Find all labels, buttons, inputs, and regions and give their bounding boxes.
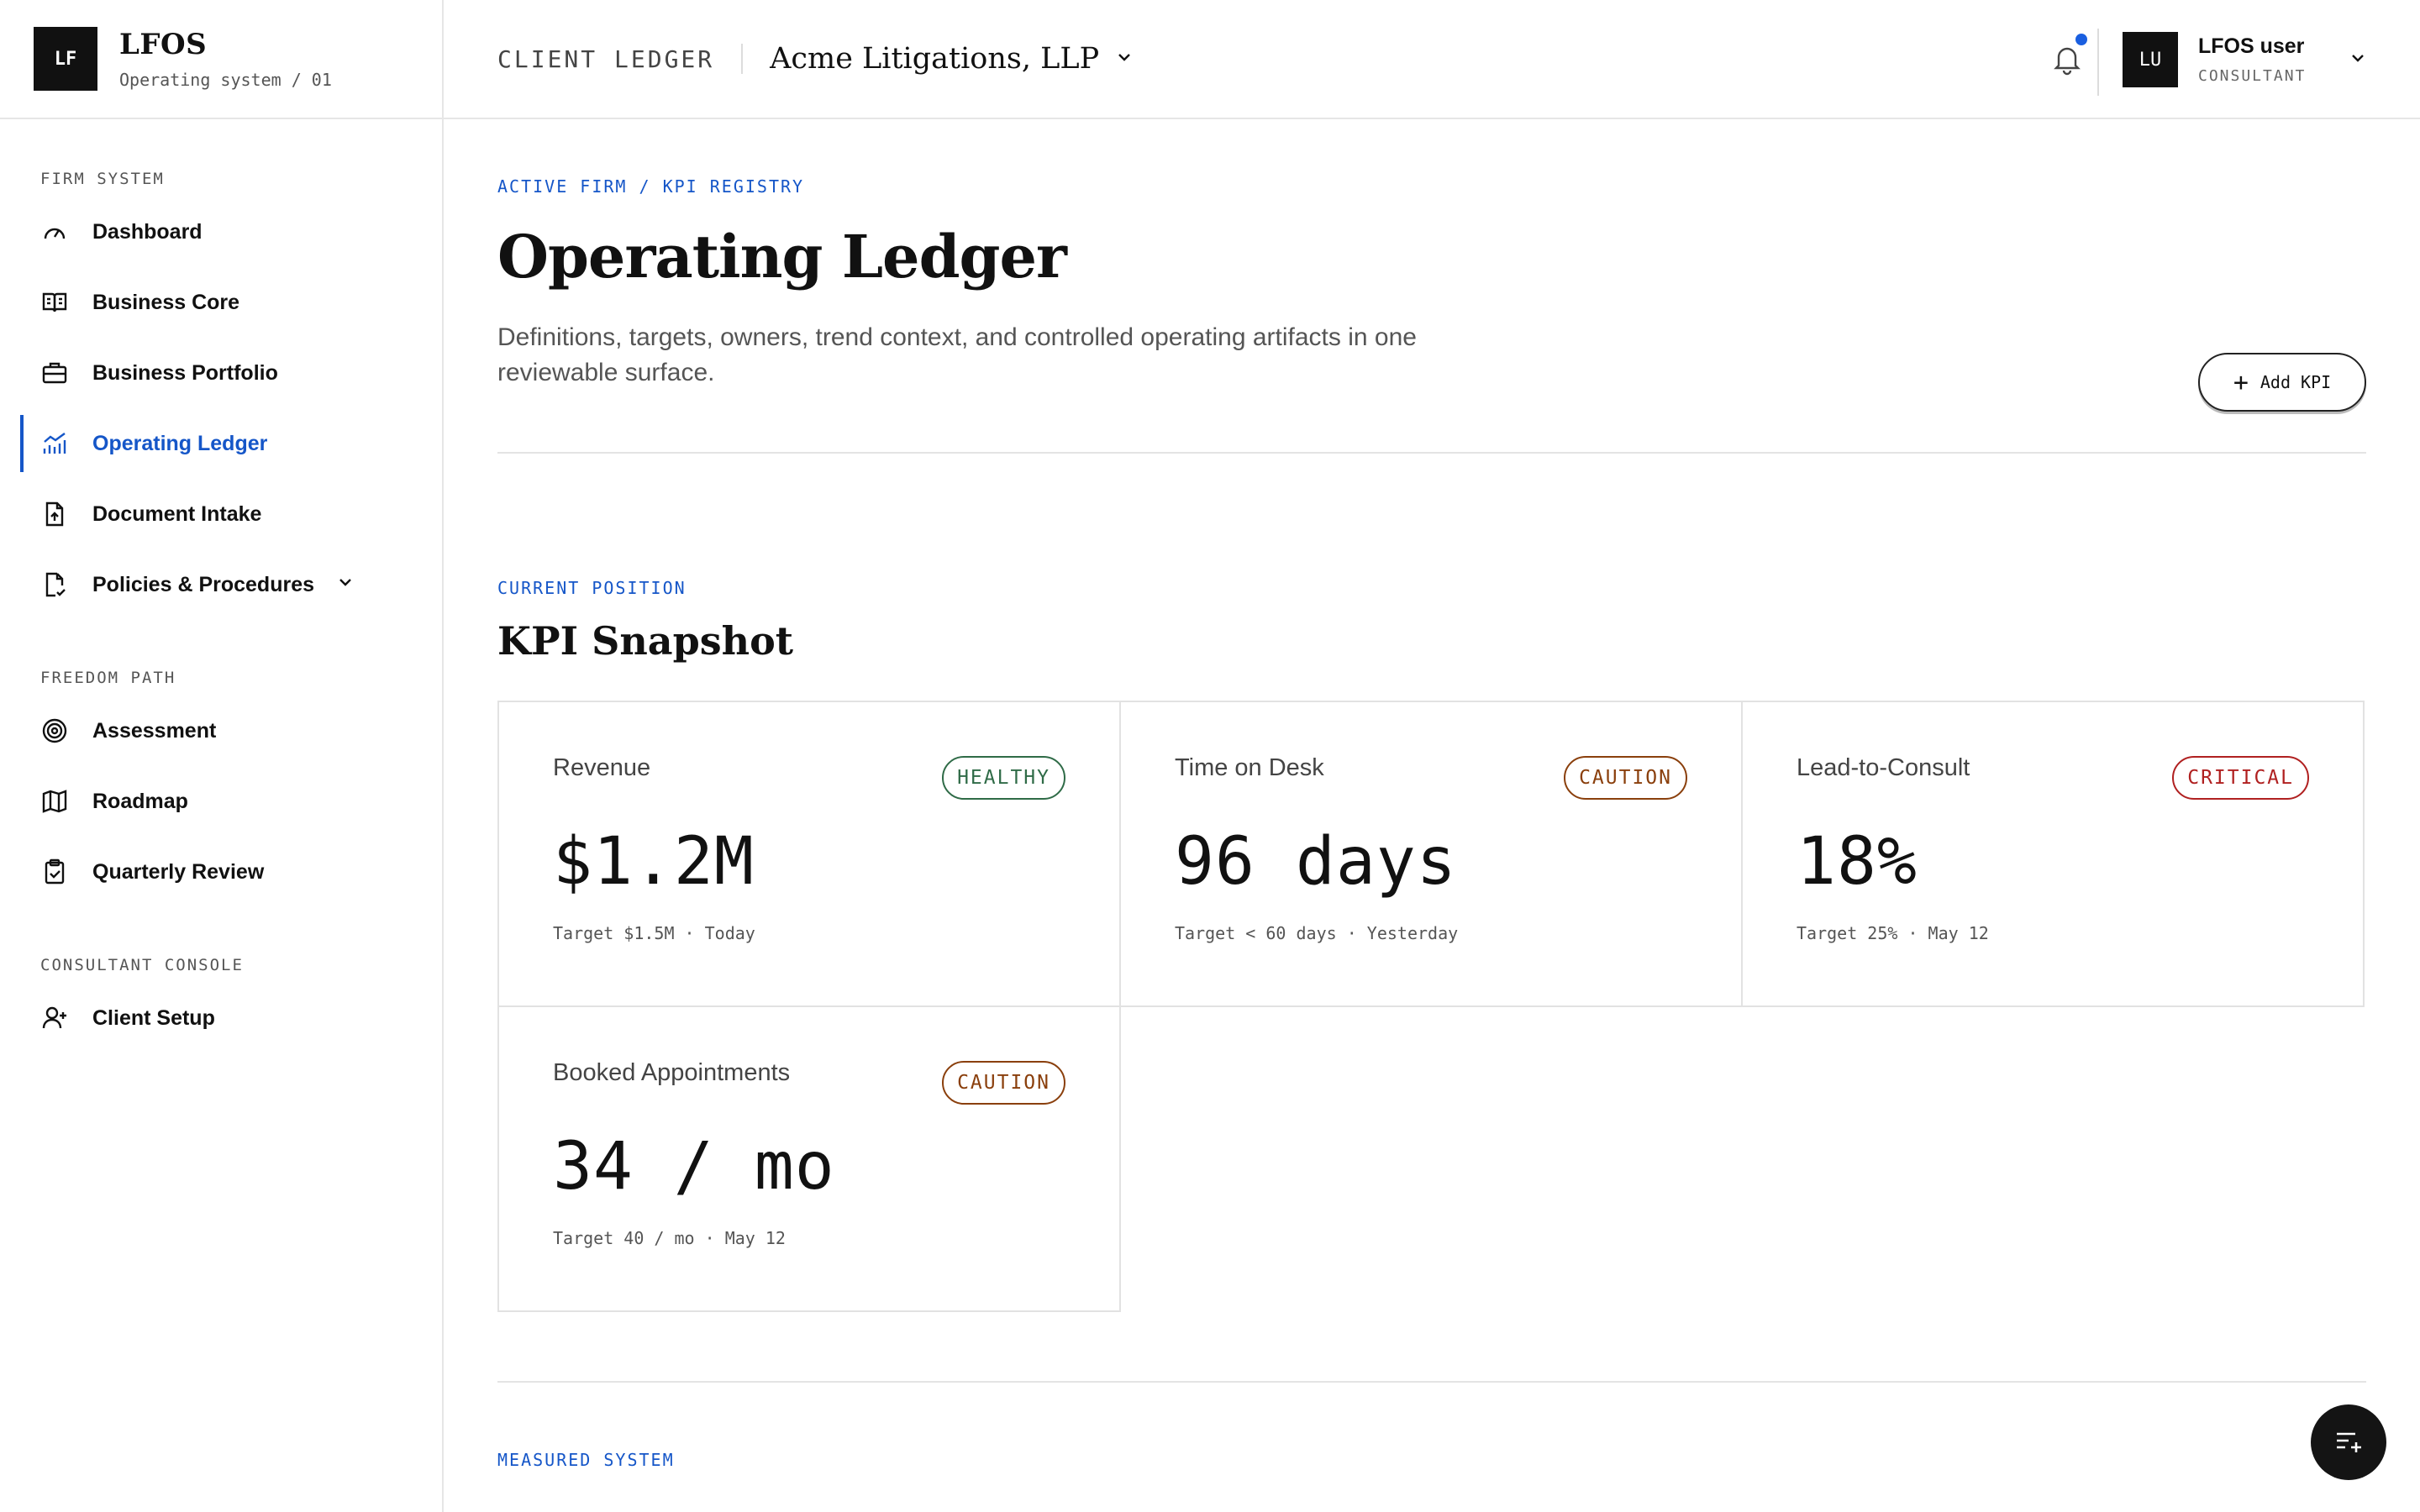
page-header: ACTIVE FIRM / KPI REGISTRY Operating Led… (497, 119, 2366, 452)
nav-section-consultant-console: CONSULTANT CONSOLE Client Setup (0, 956, 442, 1053)
divider (497, 1381, 2366, 1383)
brand-title: LFOS (119, 28, 208, 61)
section-eyebrow: MEASURED SYSTEM (497, 1450, 675, 1470)
sidebar-item-label: Dashboard (92, 219, 203, 244)
sparkle-list-icon (2337, 1432, 2361, 1452)
page-title: Operating Ledger (497, 222, 1067, 291)
user-name: LFOS user (2198, 34, 2305, 58)
target-icon (40, 717, 69, 745)
sidebar-item-label: Client Setup (92, 1005, 215, 1030)
sidebar-item-label: Assessment (92, 718, 217, 743)
kpi-meta: Target < 60 days · Yesterday (1175, 923, 1459, 943)
section-eyebrow: CURRENT POSITION (497, 578, 687, 598)
status-badge: CAUTION (942, 1061, 1065, 1105)
user-plus-icon (40, 1004, 69, 1032)
kpi-card-time-on-desk[interactable]: Time on Desk CAUTION 96 days Target < 60… (1119, 701, 1743, 1007)
sidebar-item-label: Roadmap (92, 789, 188, 813)
sidebar-item-policies-procedures[interactable]: Policies & Procedures (40, 549, 402, 620)
kpi-meta: Target 25% · May 12 (1797, 923, 1989, 943)
user-menu[interactable]: LU LFOS user CONSULTANT (2123, 32, 2368, 87)
add-kpi-label: Add KPI (2260, 372, 2332, 392)
nav-heading: CONSULTANT CONSOLE (40, 956, 244, 974)
nav-section-firm-system: FIRM SYSTEM Dashboard Business Core Busi… (0, 170, 442, 620)
clipboard-icon (40, 858, 69, 886)
brand-subtitle: Operating system / 01 (119, 70, 332, 90)
sidebar-item-operating-ledger[interactable]: Operating Ledger (20, 408, 402, 479)
file-upload-icon (40, 500, 69, 528)
kpi-value: 18% (1797, 824, 1918, 900)
status-badge: HEALTHY (942, 756, 1065, 800)
kpi-grid: Revenue HEALTHY $1.2M Target $1.5M · Tod… (497, 701, 2366, 1314)
notifications-button[interactable] (2050, 34, 2087, 76)
chevron-down-icon[interactable] (2348, 48, 2368, 72)
client-ledger-label: CLIENT LEDGER (497, 45, 715, 73)
file-check-icon (40, 570, 69, 599)
sidebar-item-quarterly-review[interactable]: Quarterly Review (40, 837, 402, 907)
kpi-value: $1.2M (553, 824, 755, 900)
header-divider (2097, 29, 2099, 96)
kpi-card-revenue[interactable]: Revenue HEALTHY $1.2M Target $1.5M · Tod… (497, 701, 1121, 1007)
briefcase-icon (40, 359, 69, 387)
brand-logo: LF (34, 27, 97, 91)
sidebar-item-label: Policies & Procedures (92, 572, 315, 596)
avatar: LU (2123, 32, 2178, 87)
sidebar-item-label: Quarterly Review (92, 859, 265, 884)
chart-icon (40, 429, 69, 458)
kpi-meta: Target 40 / mo · May 12 (553, 1228, 786, 1248)
sidebar: LF LFOS Operating system / 01 FIRM SYSTE… (0, 0, 444, 1512)
plus-icon: + (2233, 367, 2249, 397)
sidebar-item-business-core[interactable]: Business Core (40, 267, 402, 338)
nav-heading: FREEDOM PATH (40, 669, 176, 687)
user-role: CONSULTANT (2198, 67, 2307, 85)
sidebar-item-client-setup[interactable]: Client Setup (40, 983, 402, 1053)
sidebar-item-label: Business Core (92, 290, 240, 314)
sidebar-item-roadmap[interactable]: Roadmap (40, 766, 402, 837)
section-title: KPI Snapshot (497, 618, 794, 664)
header-divider (741, 44, 744, 74)
sidebar-item-label: Operating Ledger (92, 431, 268, 455)
add-kpi-button[interactable]: + Add KPI (2198, 353, 2366, 412)
nav-heading: FIRM SYSTEM (40, 170, 165, 188)
kpi-value: 34 / mo (553, 1129, 835, 1205)
main-content: ACTIVE FIRM / KPI REGISTRY Operating Led… (497, 119, 2366, 1470)
top-header: CLIENT LEDGER Acme Litigations, LLP LU L… (444, 0, 2420, 119)
kpi-meta: Target $1.5M · Today (553, 923, 755, 943)
kpi-value: 96 days (1175, 824, 1457, 900)
page-description: Definitions, targets, owners, trend cont… (497, 323, 1417, 386)
status-badge: CAUTION (1564, 756, 1687, 800)
kpi-card-lead-to-consult[interactable]: Lead-to-Consult CRITICAL 18% Target 25% … (1741, 701, 2365, 1007)
chevron-down-icon[interactable] (1114, 47, 1134, 71)
assistant-fab-button[interactable] (2311, 1404, 2386, 1480)
breadcrumb: ACTIVE FIRM / KPI REGISTRY (497, 176, 805, 197)
chevron-down-icon[interactable] (336, 573, 355, 597)
notification-dot (2075, 34, 2087, 45)
sidebar-item-label: Business Portfolio (92, 360, 278, 385)
bell-icon (2054, 47, 2081, 76)
sidebar-item-dashboard[interactable]: Dashboard (40, 197, 402, 267)
status-badge: CRITICAL (2172, 756, 2309, 800)
sidebar-item-assessment[interactable]: Assessment (40, 696, 402, 766)
sidebar-item-document-intake[interactable]: Document Intake (40, 479, 402, 549)
book-icon (40, 288, 69, 317)
sidebar-item-business-portfolio[interactable]: Business Portfolio (40, 338, 402, 408)
kpi-card-booked-appointments[interactable]: Booked Appointments CAUTION 34 / mo Targ… (497, 1005, 1121, 1312)
client-selector[interactable]: Acme Litigations, LLP (770, 42, 1099, 76)
brand[interactable]: LF LFOS Operating system / 01 (0, 0, 442, 119)
sidebar-item-label: Document Intake (92, 501, 262, 526)
gauge-icon (40, 218, 69, 246)
kpi-snapshot-section: CURRENT POSITION KPI Snapshot Revenue HE… (497, 454, 2366, 1314)
nav-section-freedom-path: FREEDOM PATH Assessment Roadmap Quarterl… (0, 669, 442, 907)
map-icon (40, 787, 69, 816)
